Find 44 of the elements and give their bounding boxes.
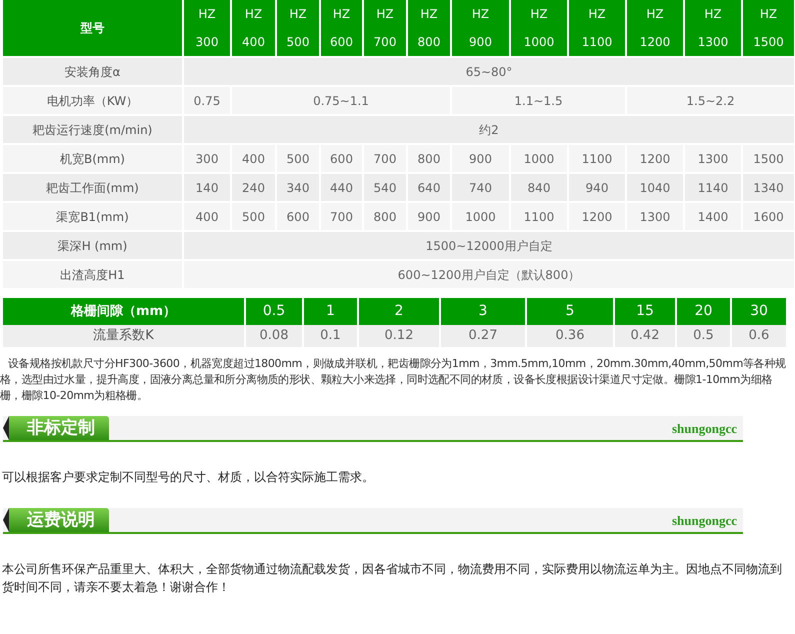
table-cell: 0.42 <box>614 325 676 347</box>
header-cell: 3 <box>440 298 526 325</box>
header-cell: HZ 700 <box>363 0 407 57</box>
header-cell: HZ 500 <box>276 0 320 57</box>
row-label: 出渣高度H1 <box>3 260 183 289</box>
row-label: 安装角度α <box>3 57 183 86</box>
header-cell: HZ 1100 <box>568 0 626 57</box>
section-title: 非标定制 <box>9 416 109 440</box>
brand-text: shungongcc <box>672 512 737 530</box>
table-cell: 0.08 <box>245 325 303 347</box>
header-cell: 1 <box>303 298 358 325</box>
header-cell: 0.5 <box>245 298 303 325</box>
header-cell: HZ 800 <box>407 0 451 57</box>
header-cell: HZ 1200 <box>626 0 684 57</box>
brand-text: shungongcc <box>672 420 737 438</box>
table-cell: 0.36 <box>526 325 614 347</box>
table-cell: 0.12 <box>358 325 440 347</box>
spec-note: 设备规格按机款尺寸分HF300-3600，机器宽度超过1800mm，则做成并联机，耙齿栅隙分为1mm，3mm.5mm,10mm，20mm.30mm,40mm,50mm等各种规格，选型由过水量，提升高度，固液分离总量和所分离物质的形状、颗粒大小来选择，同时选配不同的材质，设备长度根据设计渠道尺寸定做。栅隙1-10mm为细格栅，栅隙10-20mm为粗格栅。 <box>0 356 787 404</box>
header-cell: 5 <box>526 298 614 325</box>
section-text: 本公司所售环保产品重里大、体积大，全部货物通过物流配载发货，因各省城市不同，物流费用不同，实际费用以物流运单为主。因地点不同物流到货时间不同，请亲不要太着急！谢谢合作！ <box>1 561 783 596</box>
section-title: 运费说明 <box>9 508 109 532</box>
header-cell: HZ 1500 <box>742 0 795 57</box>
header-cell: HZ 1300 <box>684 0 742 57</box>
row-label: 流量系数K <box>3 325 245 347</box>
table-cell: 65~80° <box>183 57 795 86</box>
tab-notch-icon <box>3 416 9 440</box>
table-cell: 0.5 <box>676 325 731 347</box>
header-cell: 格栅间隙（mm） <box>3 298 245 325</box>
header-cell: 型号 <box>3 0 183 57</box>
table-cell: 0.27 <box>440 325 526 347</box>
table-cell: 600~1200用户自定（默认800） <box>183 260 795 289</box>
tab-notch-icon <box>3 508 9 532</box>
header-cell: HZ 400 <box>231 0 276 57</box>
section-text: 可以根据客户要求定制不同型号的尺寸、材质，以合符实际施工需求。 <box>1 469 375 486</box>
table-cell: 0.1 <box>303 325 358 347</box>
header-cell: HZ 300 <box>183 0 231 57</box>
header-cell: 2 <box>358 298 440 325</box>
table-cell: 0.6 <box>731 325 787 347</box>
header-cell: 20 <box>676 298 731 325</box>
header-cell: 15 <box>614 298 676 325</box>
header-cell: HZ 600 <box>320 0 363 57</box>
header-cell: HZ 1000 <box>510 0 568 57</box>
header-cell: 30 <box>731 298 787 325</box>
header-cell: HZ 900 <box>451 0 510 57</box>
